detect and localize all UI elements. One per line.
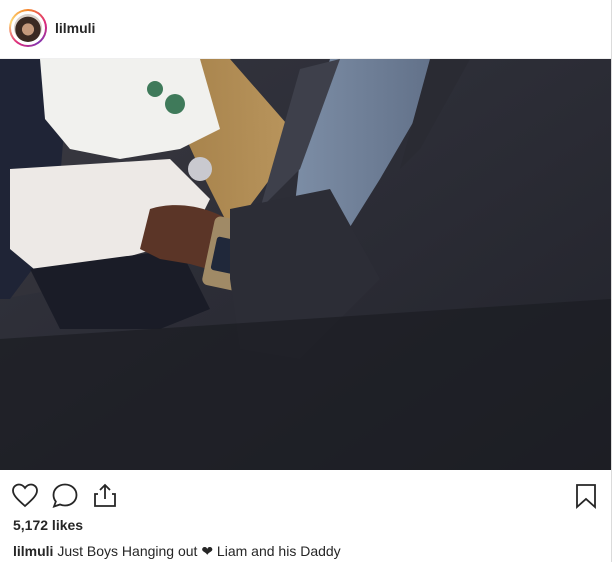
action-bar <box>0 470 611 520</box>
caption: lilmuli Just Boys Hanging out ❤ Liam and… <box>13 543 341 560</box>
avatar[interactable] <box>9 9 47 47</box>
username-link[interactable]: lilmuli <box>55 20 95 36</box>
post-header: lilmuli <box>0 0 611 59</box>
caption-username[interactable]: lilmuli <box>13 543 53 559</box>
heart-icon[interactable] <box>11 482 39 510</box>
bookmark-icon[interactable] <box>572 482 600 510</box>
profile-photo <box>14 14 42 42</box>
share-icon[interactable] <box>91 482 119 510</box>
photo-illustration <box>0 59 611 470</box>
avatar-image <box>11 11 45 45</box>
instagram-post: lilmuli 5,172 likes lilmuli Just Boys Ha… <box>0 0 612 562</box>
comment-icon[interactable] <box>51 482 79 510</box>
caption-text: Just Boys Hanging out ❤ Liam and his Dad… <box>57 543 341 559</box>
likes-count[interactable]: 5,172 likes <box>13 517 83 533</box>
post-photo[interactable] <box>0 59 611 470</box>
